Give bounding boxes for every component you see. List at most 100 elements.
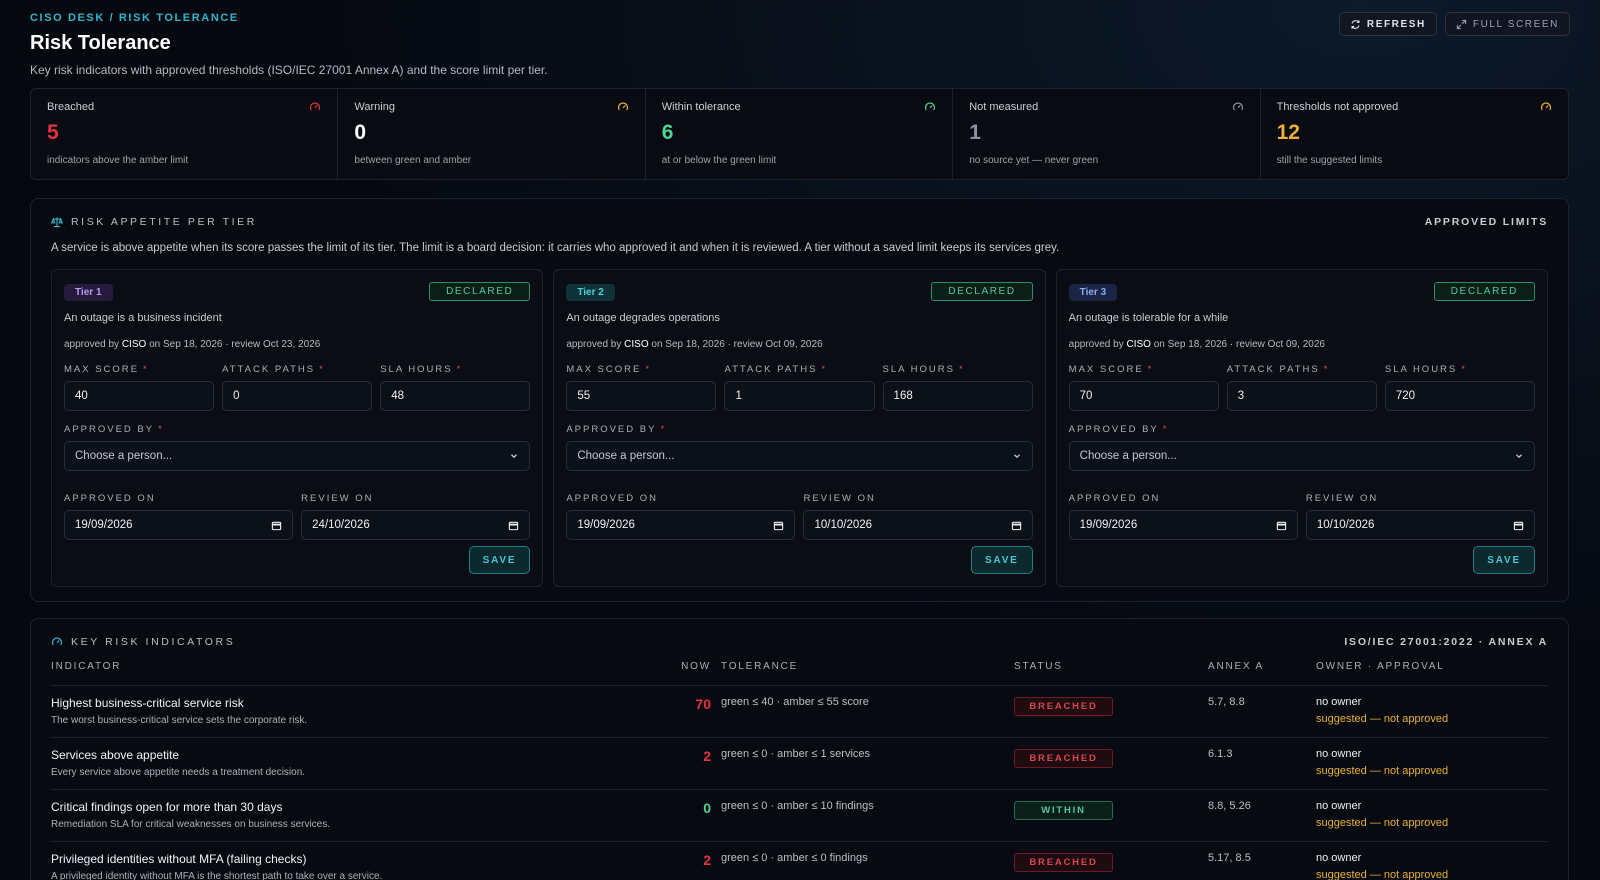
review-on-group: REVIEW ON 10/10/2026 <box>803 493 1033 540</box>
save-button[interactable]: SAVE <box>1473 546 1535 574</box>
gauge-icon <box>51 637 63 646</box>
calendar-icon[interactable] <box>508 520 519 531</box>
refresh-button[interactable]: REFRESH <box>1338 12 1437 36</box>
approved-by-prefix: approved by <box>1068 339 1124 350</box>
dates-row: APPROVED ON 19/09/2026 REVIEW ON 24/10/2… <box>64 493 531 540</box>
tier-approval-meta: approved by CISO on Sep 18, 2026 · revie… <box>566 339 1032 350</box>
field-label: REVIEW ON <box>301 493 374 504</box>
full-screen-button[interactable]: FULL SCREEN <box>1444 12 1570 36</box>
approver-name: CISO <box>1126 339 1151 350</box>
max-score-input[interactable]: 55 <box>566 381 717 411</box>
table-header: INDICATOR NOW TOLERANCE STATUS ANNEX A O… <box>51 661 1548 686</box>
col-owner-approval[interactable]: OWNER · APPROVAL <box>1316 661 1548 672</box>
indicator-description: Remediation SLA for critical weaknesses … <box>51 819 331 830</box>
indicator-cell: Critical findings open for more than 30 … <box>51 800 661 830</box>
approved-by-select[interactable]: Choose a person... <box>64 441 531 471</box>
col-indicator[interactable]: INDICATOR <box>51 661 661 672</box>
tier-cards: Tier 1 DECLARED An outage is a business … <box>51 269 1548 587</box>
save-button[interactable]: SAVE <box>468 546 531 574</box>
indicator-cell: Highest business-critical service risk T… <box>51 696 661 726</box>
calendar-icon[interactable] <box>271 520 282 531</box>
approved-on-date-input[interactable]: 19/09/2026 <box>1068 510 1298 540</box>
attack-paths-group: ATTACK PATHS * 3 <box>1226 364 1377 411</box>
approved-on-date-input[interactable]: 19/09/2026 <box>566 510 796 540</box>
tier-approval-meta: approved by CISO on Sep 18, 2026 · revie… <box>1069 339 1535 350</box>
approved-by-prefix: approved by <box>566 339 622 350</box>
sla-hours-input[interactable]: 168 <box>882 381 1033 411</box>
stat-desc: between green and amber <box>354 155 472 166</box>
table-row[interactable]: Critical findings open for more than 30 … <box>51 790 1548 842</box>
approved-on-group: APPROVED ON 19/09/2026 <box>566 493 796 540</box>
field-label: APPROVED BY * <box>1068 424 1169 435</box>
attack-paths-group: ATTACK PATHS * 1 <box>724 364 875 411</box>
approved-limits-label: APPROVED LIMITS <box>1424 216 1548 228</box>
now-value: 2 <box>703 748 711 764</box>
declared-badge: DECLARED <box>1433 282 1535 301</box>
annex-value: 5.17, 8.5 <box>1208 852 1251 864</box>
attack-paths-input[interactable]: 3 <box>1226 381 1377 411</box>
limits-row: MAX SCORE * 55 ATTACK PATHS * 1 SLA HOURS *… <box>566 364 1033 411</box>
annex-value: 6.1.3 <box>1208 748 1233 760</box>
stat-breached: Breached 5 indicators above the amber li… <box>31 89 339 179</box>
approved-by-select[interactable]: Choose a person... <box>1068 441 1535 471</box>
declared-badge: DECLARED <box>429 282 531 301</box>
sla-hours-group: SLA HOURS * 168 <box>882 364 1033 411</box>
status-badge: BREACHED <box>1014 853 1113 872</box>
indicator-cell: Privileged identities without MFA (faili… <box>51 852 661 880</box>
annex-label: ISO/IEC 27001:2022 · ANNEX A <box>1344 636 1548 648</box>
owner-cell: no owner suggested — not approved <box>1316 696 1548 725</box>
stat-label: Warning <box>354 101 395 113</box>
col-now[interactable]: NOW <box>661 661 711 672</box>
max-score-input[interactable]: 70 <box>1068 381 1219 411</box>
table-row[interactable]: Services above appetite Every service ab… <box>51 738 1548 790</box>
limits-row: MAX SCORE * 70 ATTACK PATHS * 3 SLA HOURS *… <box>1068 364 1535 411</box>
sla-hours-input[interactable]: 48 <box>380 381 531 411</box>
select-placeholder: Choose a person... <box>577 450 675 462</box>
owner-value: no owner <box>1316 800 1362 812</box>
stat-desc: no source yet — never green <box>969 155 1099 166</box>
status-badge: BREACHED <box>1014 749 1113 768</box>
attack-paths-input[interactable]: 1 <box>724 381 875 411</box>
approval-value: suggested — not approved <box>1316 713 1449 725</box>
attack-paths-input[interactable]: 0 <box>222 381 373 411</box>
owner-value: no owner <box>1316 748 1362 760</box>
approval-dates: Sep 18, 2026 · review Oct 09, 2026 <box>665 339 823 350</box>
calendar-icon[interactable] <box>1011 520 1022 531</box>
calendar-icon[interactable] <box>773 520 784 531</box>
gauge-icon <box>310 102 321 111</box>
status-cell: BREACHED <box>1014 696 1208 716</box>
tier-badge: Tier 1 <box>64 284 113 301</box>
on-word: on <box>651 339 663 350</box>
on-word: on <box>149 339 161 350</box>
refresh-label: REFRESH <box>1366 18 1426 30</box>
approved-by-select[interactable]: Choose a person... <box>566 441 1033 471</box>
sla-hours-input[interactable]: 720 <box>1384 381 1535 411</box>
owner-cell: no owner suggested — not approved <box>1316 748 1548 777</box>
dates-row: APPROVED ON 19/09/2026 REVIEW ON 10/10/2… <box>1068 493 1535 540</box>
review-on-group: REVIEW ON 10/10/2026 <box>1305 493 1535 540</box>
max-score-input[interactable]: 40 <box>64 381 215 411</box>
attack-paths-group: ATTACK PATHS * 0 <box>222 364 373 411</box>
approval-dates: Sep 18, 2026 · review Oct 23, 2026 <box>162 339 321 350</box>
review-on-date-input[interactable]: 10/10/2026 <box>803 510 1033 540</box>
table-row[interactable]: Highest business-critical service risk T… <box>51 686 1548 738</box>
col-annex[interactable]: ANNEX A <box>1208 661 1316 672</box>
date-value: 10/10/2026 <box>814 519 873 531</box>
indicator-cell: Services above appetite Every service ab… <box>51 748 661 778</box>
calendar-icon[interactable] <box>1276 520 1287 531</box>
chevron-down-icon <box>1516 454 1522 459</box>
approved-on-date-input[interactable]: 19/09/2026 <box>64 510 294 540</box>
save-button[interactable]: SAVE <box>970 546 1033 574</box>
date-value: 19/09/2026 <box>577 519 635 531</box>
chevron-down-icon <box>1013 454 1020 459</box>
col-status[interactable]: STATUS <box>1014 661 1208 672</box>
review-on-date-input[interactable]: 10/10/2026 <box>1305 510 1535 540</box>
owner-value: no owner <box>1316 852 1362 864</box>
stat-thresholds-not-approved: Thresholds not approved 12 still the sug… <box>1261 89 1568 179</box>
max-score-group: MAX SCORE * 40 <box>64 364 215 411</box>
stat-value: 6 <box>661 121 674 144</box>
col-tolerance[interactable]: TOLERANCE <box>711 661 1014 672</box>
review-on-date-input[interactable]: 24/10/2026 <box>301 510 531 540</box>
calendar-icon[interactable] <box>1513 520 1524 531</box>
table-row[interactable]: Privileged identities without MFA (faili… <box>51 842 1548 880</box>
